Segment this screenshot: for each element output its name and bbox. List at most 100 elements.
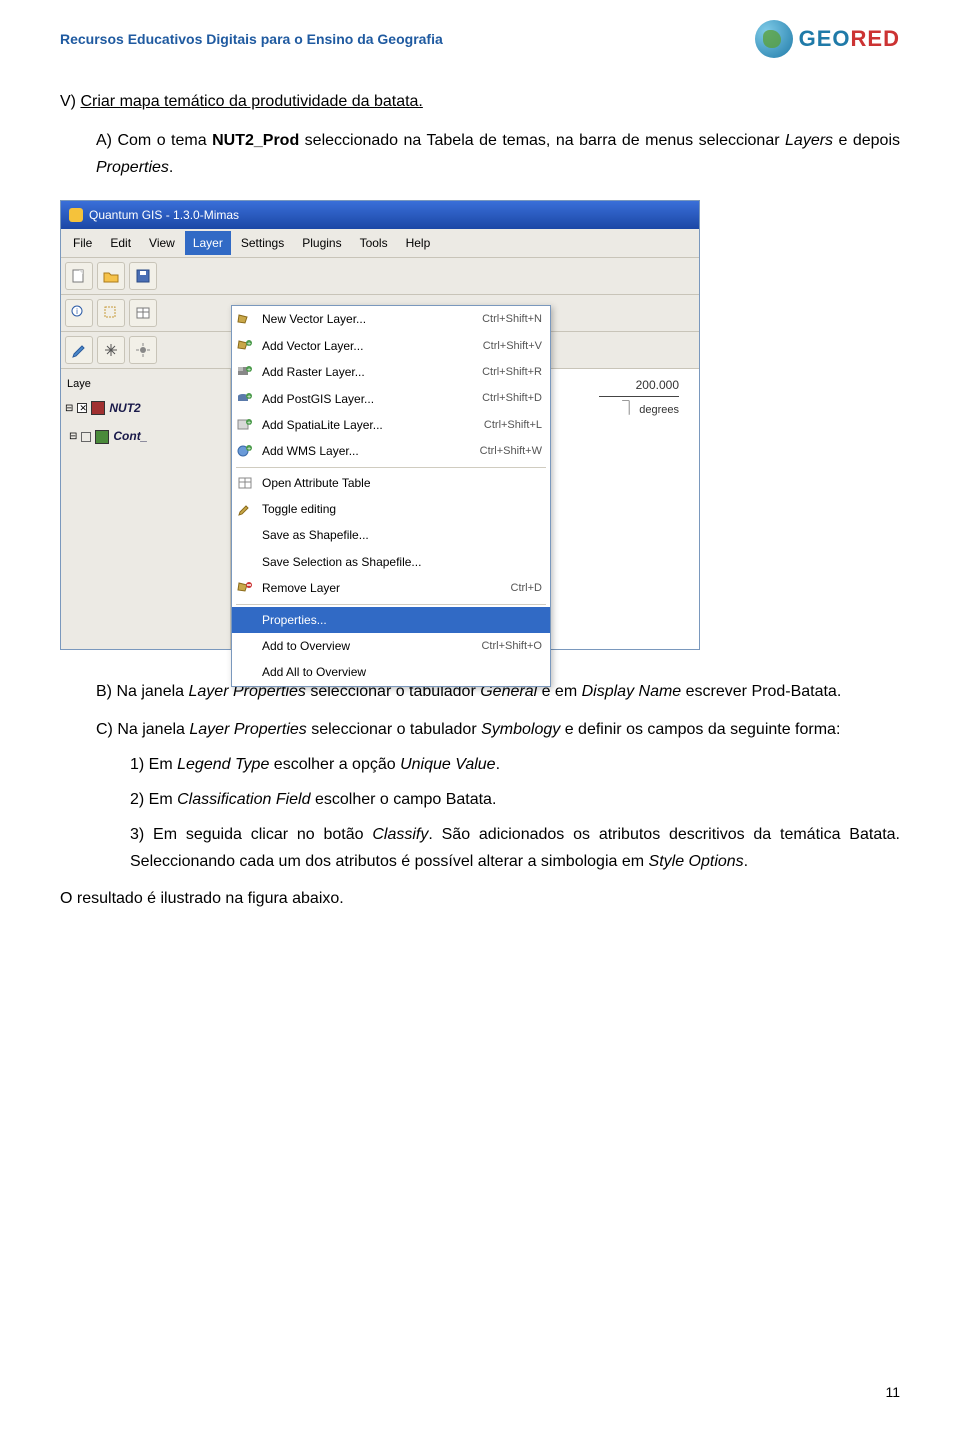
menu-label: Save as Shapefile...	[262, 525, 534, 545]
new-vector-icon	[236, 312, 254, 328]
menu-label: Open Attribute Table	[262, 473, 534, 493]
section-a-italic2: Properties	[96, 159, 169, 176]
new-project-button[interactable]	[65, 262, 93, 290]
numbered-list: 1) Em Legend Type escolher a opção Uniqu…	[60, 751, 900, 876]
logo: GEORED	[755, 20, 900, 58]
section-c-i1: Layer Properties	[189, 721, 306, 738]
menu-item-properties[interactable]: Properties...	[232, 607, 550, 633]
menu-label: Add WMS Layer...	[262, 441, 472, 461]
section-a-end: .	[169, 159, 173, 176]
section-c-prefix: C) Na janela	[96, 721, 189, 738]
menu-label: New Vector Layer...	[262, 309, 474, 329]
menu-bar: File Edit View Layer Settings Plugins To…	[61, 229, 699, 258]
menu-item-new-vector[interactable]: New Vector Layer... Ctrl+Shift+N	[232, 306, 550, 332]
section-a-prefix: A) Com o tema	[96, 132, 212, 149]
remove-icon	[236, 580, 254, 596]
layer-swatch-icon	[95, 430, 109, 444]
add-spatialite-icon: +	[236, 417, 254, 433]
section-c-i2: Symbology	[481, 721, 560, 738]
save-button[interactable]	[129, 262, 157, 290]
table-icon	[236, 475, 254, 491]
svg-text:+: +	[247, 446, 251, 453]
menu-label: Remove Layer	[262, 578, 503, 598]
result-line: O resultado é ilustrado na figura abaixo…	[60, 885, 900, 912]
section-b-prefix: B) Na janela	[96, 683, 189, 700]
pan-button[interactable]	[97, 336, 125, 364]
menu-shortcut: Ctrl+Shift+L	[484, 416, 542, 435]
li1-i: Legend Type	[177, 756, 269, 773]
logo-geo: GEO	[799, 26, 851, 52]
add-raster-icon: +	[236, 364, 254, 380]
menu-item-add-overview[interactable]: Add to Overview Ctrl+Shift+O	[232, 633, 550, 659]
li3-end: .	[744, 853, 748, 870]
scale-unit: ⏋ degrees	[599, 397, 679, 421]
select-button[interactable]	[97, 299, 125, 327]
menu-tools[interactable]: Tools	[352, 231, 396, 255]
section-c: C) Na janela Layer Properties selecciona…	[60, 716, 900, 743]
li1-pre: 1) Em	[130, 756, 177, 773]
menu-item-add-all-overview[interactable]: Add All to Overview	[232, 659, 550, 685]
section-v-text: Criar mapa temático da produtividade da …	[80, 93, 422, 110]
menu-item-open-attr-table[interactable]: Open Attribute Table	[232, 470, 550, 496]
menu-item-add-spatialite[interactable]: + Add SpatiaLite Layer... Ctrl+Shift+L	[232, 412, 550, 438]
menu-item-add-vector[interactable]: + Add Vector Layer... Ctrl+Shift+V	[232, 333, 550, 359]
menu-settings[interactable]: Settings	[233, 231, 292, 255]
section-c-mid1: seleccionar o tabulador	[307, 721, 481, 738]
menu-plugins[interactable]: Plugins	[294, 231, 349, 255]
menu-shortcut: Ctrl+Shift+R	[482, 363, 542, 382]
menu-edit[interactable]: Edit	[102, 231, 139, 255]
section-a-italic1: Layers	[785, 132, 833, 149]
menu-layer[interactable]: Layer	[185, 231, 231, 255]
edit-button[interactable]	[65, 336, 93, 364]
section-b-i3: Display Name	[582, 683, 682, 700]
toolbar-row-1	[61, 258, 699, 295]
menu-help[interactable]: Help	[398, 231, 439, 255]
settings-button[interactable]	[129, 336, 157, 364]
attribute-table-button[interactable]	[129, 299, 157, 327]
section-a-mid2: e depois	[833, 132, 900, 149]
svg-text:+: +	[247, 420, 251, 427]
menu-shortcut: Ctrl+D	[511, 579, 542, 598]
section-v: V) Criar mapa temático da produtividade …	[60, 88, 900, 115]
layer-name-cont: Cont_	[113, 426, 147, 446]
menu-shortcut: Ctrl+Shift+W	[480, 442, 542, 461]
layer-row-nut2[interactable]: ⊟ ✕ NUT2	[65, 396, 226, 420]
menu-view[interactable]: View	[141, 231, 183, 255]
menu-item-toggle-editing[interactable]: Toggle editing	[232, 496, 550, 522]
open-project-button[interactable]	[97, 262, 125, 290]
layer-swatch-icon	[91, 401, 105, 415]
svg-text:+: +	[247, 367, 251, 374]
page-header: Recursos Educativos Digitais para o Ensi…	[60, 20, 900, 58]
menu-file[interactable]: File	[65, 231, 100, 255]
layer-name-nut2: NUT2	[109, 398, 140, 418]
menu-item-save-shapefile[interactable]: Save as Shapefile...	[232, 522, 550, 548]
layer-row-cont[interactable]: ⊟ Cont_	[65, 424, 226, 448]
section-a-mid: seleccionado na Tabela de temas, na barr…	[299, 132, 785, 149]
pencil-icon	[236, 501, 254, 517]
layers-panel-label: Laye	[65, 373, 226, 396]
menu-item-remove-layer[interactable]: Remove Layer Ctrl+D	[232, 575, 550, 601]
li3-i2: Style Options	[649, 853, 744, 870]
menu-label: Add SpatiaLite Layer...	[262, 415, 476, 435]
logo-text: GEORED	[799, 26, 900, 52]
svg-text:i: i	[76, 307, 78, 316]
menu-item-add-raster[interactable]: + Add Raster Layer... Ctrl+Shift+R	[232, 359, 550, 385]
qgis-window: Quantum GIS - 1.3.0-Mimas File Edit View…	[60, 200, 700, 651]
menu-shortcut: Ctrl+Shift+N	[482, 310, 542, 329]
document-body: V) Criar mapa temático da produtividade …	[60, 88, 900, 913]
section-v-prefix: V)	[60, 93, 80, 110]
window-title: Quantum GIS - 1.3.0-Mimas	[89, 205, 239, 225]
menu-shortcut: Ctrl+Shift+V	[483, 337, 542, 356]
scale-value: 200.000	[599, 375, 679, 395]
section-a: A) Com o tema NUT2_Prod seleccionado na …	[60, 127, 900, 181]
app-body: Laye ⊟ ✕ NUT2 ⊟ Cont_ 200.000	[61, 369, 699, 649]
svg-text:+: +	[247, 341, 251, 348]
li2-post: escolher o campo Batata.	[311, 791, 497, 808]
identify-button[interactable]: i	[65, 299, 93, 327]
menu-item-add-postgis[interactable]: + Add PostGIS Layer... Ctrl+Shift+D	[232, 386, 550, 412]
menu-item-save-selection-shapefile[interactable]: Save Selection as Shapefile...	[232, 549, 550, 575]
section-c-mid2: e definir os campos da seguinte forma:	[560, 721, 840, 738]
menu-item-add-wms[interactable]: + Add WMS Layer... Ctrl+Shift+W	[232, 438, 550, 464]
layers-panel: Laye ⊟ ✕ NUT2 ⊟ Cont_	[61, 369, 231, 649]
section-b-mid3: escrever Prod-Batata.	[681, 683, 841, 700]
